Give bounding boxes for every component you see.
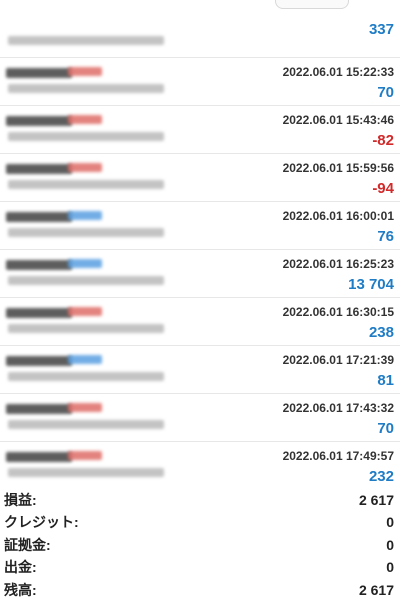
top-strip [0,0,400,9]
deal-prices-blurred [8,468,164,477]
deal-time: 2022.06.01 15:22:33 [282,65,394,79]
deal-time: 2022.06.01 16:30:15 [282,305,394,319]
deal-action-sell-blurred [68,403,102,412]
deal-time: 2022.06.01 15:59:56 [282,161,394,175]
deal-action-sell-blurred [68,163,102,172]
deal-row[interactable]: 337 [0,10,400,58]
deal-symbol-blurred [6,164,72,174]
summary-value: 0 [386,559,394,576]
deal-time: 2022.06.01 17:43:32 [282,401,394,415]
deal-prices-blurred [8,180,164,189]
deal-row[interactable]: 2022.06.01 17:21:39 81 [0,346,400,394]
deal-prices-blurred [8,372,164,381]
deal-prices-blurred [8,228,164,237]
summary-value: 0 [386,514,394,531]
deal-action-buy-blurred [68,259,102,268]
deal-symbol-blurred [6,116,72,126]
deal-profit: -94 [372,180,394,197]
deal-profit: 70 [377,84,394,101]
deal-profit: 238 [368,324,394,341]
deal-symbol-blurred [6,452,72,462]
deal-profit: 13 704 [348,276,394,293]
deal-symbol-blurred [6,404,72,414]
deal-time: 2022.06.01 16:25:23 [282,257,394,271]
deal-profit: -82 [372,132,394,149]
deal-list[interactable]: 337 2022.06.01 15:22:33 70 2022.06.01 15… [0,10,400,490]
deal-row[interactable]: 2022.06.01 17:49:57 232 [0,442,400,490]
deal-prices-blurred [8,36,164,45]
summary-value: 2 617 [358,492,394,508]
summary-label: 残高: [4,581,37,598]
deal-profit: 76 [377,228,394,245]
deal-profit: 232 [368,468,394,485]
deal-time: 2022.06.01 17:21:39 [282,353,394,367]
account-summary: 損益: 2 617 クレジット: 0 証拠金: 0 出金: 0 残高: 2 61… [0,489,400,600]
deal-symbol-blurred [6,212,72,222]
deal-row[interactable]: 2022.06.01 15:22:33 70 [0,58,400,106]
deal-profit: 337 [368,21,394,38]
deal-row[interactable]: 2022.06.01 16:25:23 13 704 [0,250,400,298]
deal-prices-blurred [8,420,164,429]
summary-label: 証拠金: [4,536,51,553]
summary-row-balance: 残高: 2 617 [0,579,400,600]
deal-action-buy-blurred [68,211,102,220]
summary-row-withdrawal: 出金: 0 [0,556,400,578]
deal-prices-blurred [8,84,164,93]
deal-action-sell-blurred [68,451,102,460]
deal-row[interactable]: 2022.06.01 15:43:46 -82 [0,106,400,154]
summary-value: 0 [386,536,394,553]
summary-label: 出金: [4,559,37,576]
summary-value: 2 617 [358,581,394,598]
summary-row-credit: クレジット: 0 [0,511,400,533]
summary-row-profit: 損益: 2 617 [0,489,400,511]
summary-row-deposit: 証拠金: 0 [0,534,400,556]
deal-row[interactable]: 2022.06.01 17:43:32 70 [0,394,400,442]
deal-symbol-blurred [6,356,72,366]
deal-row[interactable]: 2022.06.01 16:30:15 238 [0,298,400,346]
deal-prices-blurred [8,324,164,333]
deal-profit: 81 [377,372,394,389]
deal-row[interactable]: 2022.06.01 16:00:01 76 [0,202,400,250]
deal-time: 2022.06.01 16:00:01 [282,209,394,223]
deal-row[interactable]: 2022.06.01 15:59:56 -94 [0,154,400,202]
trade-history-screen: 337 2022.06.01 15:22:33 70 2022.06.01 15… [0,0,400,600]
deal-action-sell-blurred [68,307,102,316]
deal-symbol-blurred [6,308,72,318]
deal-time: 2022.06.01 17:49:57 [282,449,394,463]
deal-symbol-blurred [6,68,72,78]
deal-action-sell-blurred [68,67,102,76]
deal-time: 2022.06.01 15:43:46 [282,113,394,127]
deal-symbol-blurred [6,260,72,270]
deal-action-sell-blurred [68,115,102,124]
summary-label: 損益: [4,492,37,508]
deal-action-buy-blurred [68,355,102,364]
deal-prices-blurred [8,276,164,285]
top-tab-edge[interactable] [275,0,349,9]
deal-profit: 70 [377,420,394,437]
deal-prices-blurred [8,132,164,141]
summary-label: クレジット: [4,514,79,531]
